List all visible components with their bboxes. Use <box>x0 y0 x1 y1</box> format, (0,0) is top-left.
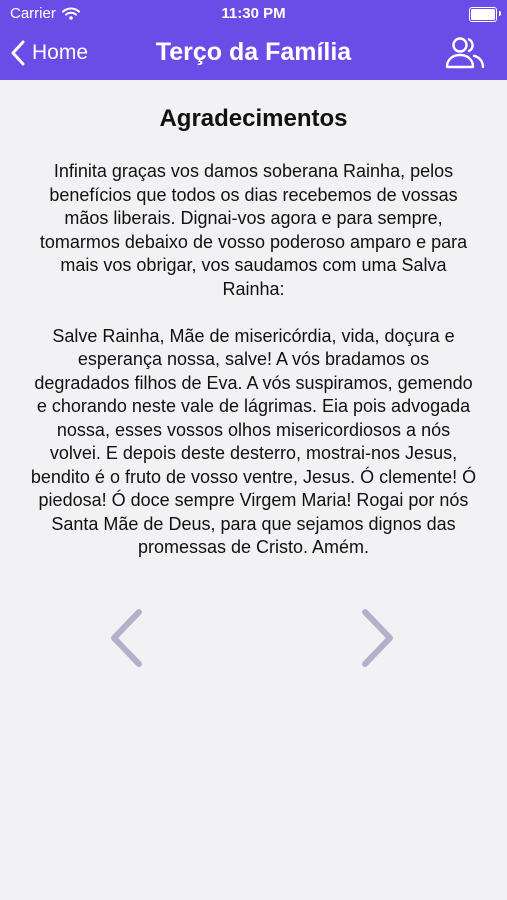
prayer-content: Agradecimentos Infinita graças vos damos… <box>0 80 507 900</box>
users-button[interactable] <box>445 36 485 70</box>
chevron-left-icon <box>11 40 25 66</box>
back-button[interactable]: Home <box>10 38 88 68</box>
next-button[interactable] <box>358 608 398 668</box>
navigation-bar: Home Terço da Família <box>0 28 507 80</box>
prayer-paragraph: Infinita graças vos damos soberana Rainh… <box>39 161 468 299</box>
previous-button[interactable] <box>106 608 146 668</box>
battery-icon <box>469 7 501 22</box>
section-heading: Agradecimentos <box>159 105 348 132</box>
users-icon <box>445 37 485 69</box>
chevron-right-icon <box>362 609 393 667</box>
prayer-text: Infinita graças vos damos soberana Rainh… <box>30 160 477 560</box>
prayer-paragraph: Salve Rainha, Mãe de misericórdia, vida,… <box>30 325 477 558</box>
chevron-left-icon <box>111 609 142 667</box>
battery-level-fill <box>471 9 495 20</box>
status-time: 11:30 PM <box>221 5 286 22</box>
back-label: Home <box>32 41 89 64</box>
top-bar: Carrier 11:30 PM Home Terço da Família <box>0 0 507 80</box>
status-bar: Carrier 11:30 PM <box>0 0 507 28</box>
